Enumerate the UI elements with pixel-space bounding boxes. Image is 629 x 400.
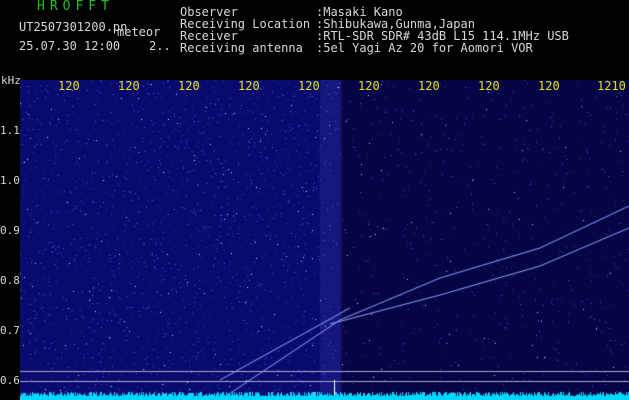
x-tick-label: 120 [478,80,500,92]
antenna-label: Receiving antenna [180,41,303,55]
station-info: Observer :Masaki Kano Receiving Location… [180,6,569,54]
waterfall-spectrogram [20,80,629,400]
y-tick-label: 0.9 [0,224,20,237]
y-tick-label: 0.8 [0,274,20,287]
app-brand: HROFFT [37,0,114,14]
y-tick-label: 1.1 [0,124,20,137]
y-axis-unit: kHz [1,74,21,87]
file-name: UT2507301200.pn [19,20,128,34]
antenna-value: :5el Yagi Az 20 for Aomori VOR [316,41,533,55]
y-tick-label: 1.0 [0,174,20,187]
hrofft-window: HROFFT UT2507301200.pn meteor 25.07.30 1… [0,0,629,400]
x-tick-label: 120 [298,80,320,92]
x-tick-label: 120 [58,80,80,92]
x-tick-label: 120 [178,80,200,92]
x-tick-label: 120 [418,80,440,92]
x-tick-label: 120 [538,80,560,92]
x-tick-label: 120 [358,80,380,92]
y-tick-label: 0.6 [0,374,20,387]
antenna-row: Receiving antenna :5el Yagi Az 20 for Ao… [180,42,569,54]
x-tick-label: 120 [118,80,140,92]
y-tick-label: 0.7 [0,324,20,337]
x-tick-label: 120 [238,80,260,92]
mode-label: meteor [117,25,161,39]
x-tick-label: 1210 [597,80,626,92]
capture-datetime: 25.07.30 12:00 2.. [19,39,171,53]
